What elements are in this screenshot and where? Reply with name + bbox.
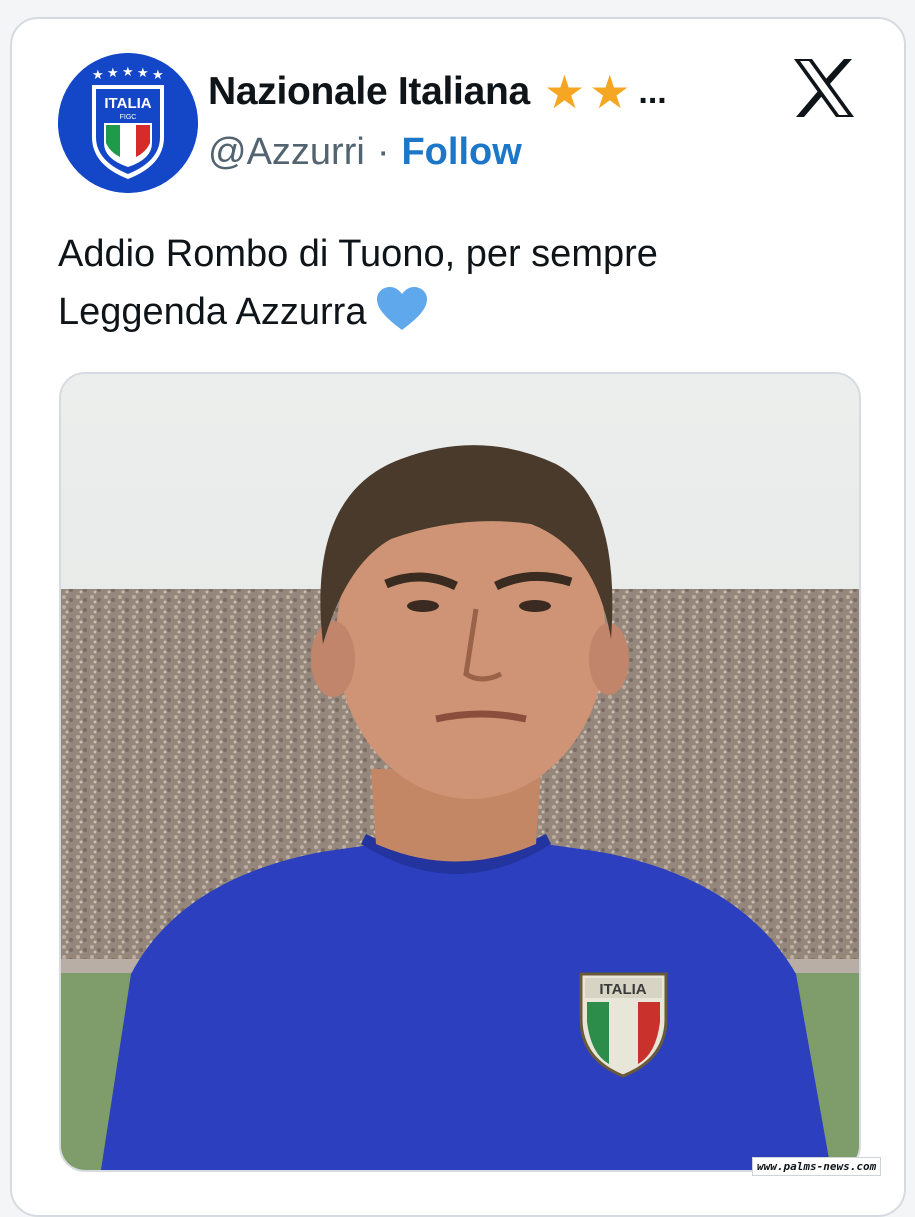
figc-crest-icon: ★ ★ ★ ★ ★ ITALIA FIGC bbox=[58, 53, 198, 193]
tweet-card[interactable]: ★ ★ ★ ★ ★ ITALIA FIGC Nazionale Italiana ★ ★… bbox=[10, 17, 906, 1217]
display-name[interactable]: Nazionale Italiana bbox=[208, 70, 530, 114]
tweet-text-line2: Leggenda Azzurra bbox=[58, 291, 367, 333]
blue-heart-icon bbox=[376, 286, 428, 349]
x-logo-icon[interactable] bbox=[792, 57, 856, 119]
user-handle[interactable]: @Azzurri bbox=[208, 131, 365, 174]
svg-text:★: ★ bbox=[92, 68, 104, 83]
svg-text:★: ★ bbox=[122, 65, 134, 80]
avatar-sub-text: FIGC bbox=[120, 114, 137, 121]
follow-button[interactable]: Follow bbox=[401, 131, 521, 174]
tweet-photo[interactable]: ITALIA bbox=[59, 372, 861, 1172]
svg-text:★: ★ bbox=[152, 68, 164, 83]
tweet-text-line1: Addio Rombo di Tuono, per sempre bbox=[58, 233, 658, 275]
crest-text: ITALIA bbox=[599, 981, 646, 998]
star-icon: ★ bbox=[543, 66, 586, 118]
svg-text:★: ★ bbox=[107, 66, 119, 81]
star-icon: ★ bbox=[589, 66, 631, 118]
avatar[interactable]: ★ ★ ★ ★ ★ ITALIA FIGC bbox=[58, 53, 198, 193]
separator-dot: · bbox=[376, 131, 390, 173]
tweet-text: Addio Rombo di Tuono, per sempre Leggend… bbox=[58, 225, 858, 349]
player-photo: ITALIA bbox=[61, 374, 859, 1170]
watermark: www.palms-news.com bbox=[752, 1157, 882, 1176]
svg-text:★: ★ bbox=[137, 66, 149, 81]
more-indicator: ... bbox=[638, 72, 667, 111]
avatar-badge-text: ITALIA bbox=[104, 95, 151, 112]
